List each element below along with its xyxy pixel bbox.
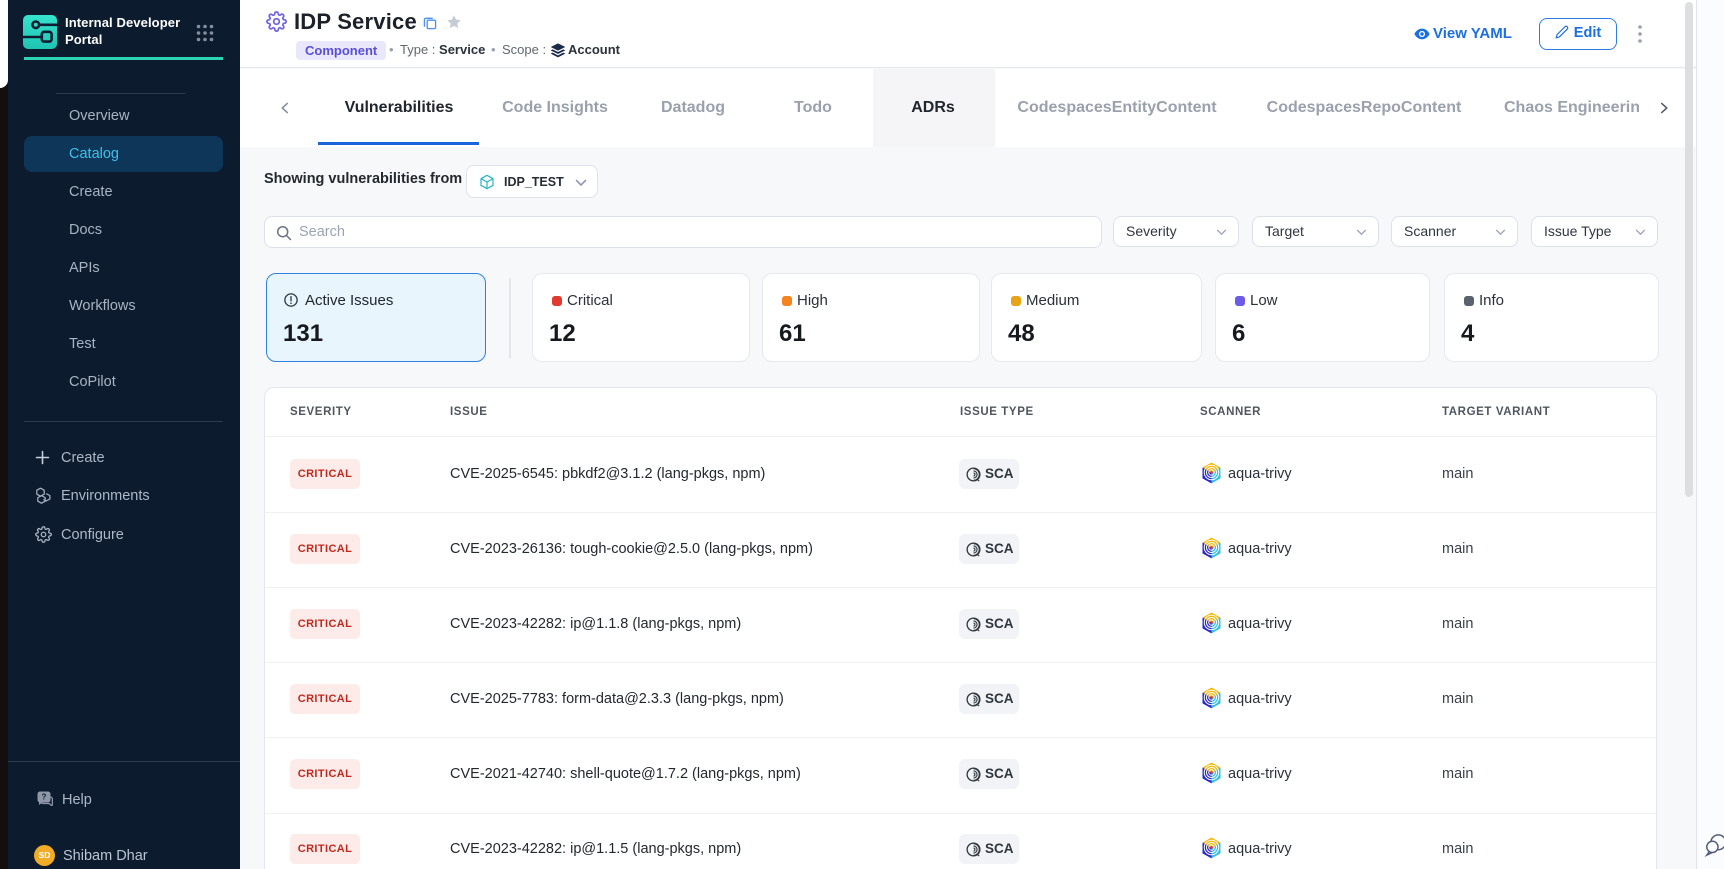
svg-text:?: ? — [42, 793, 47, 802]
